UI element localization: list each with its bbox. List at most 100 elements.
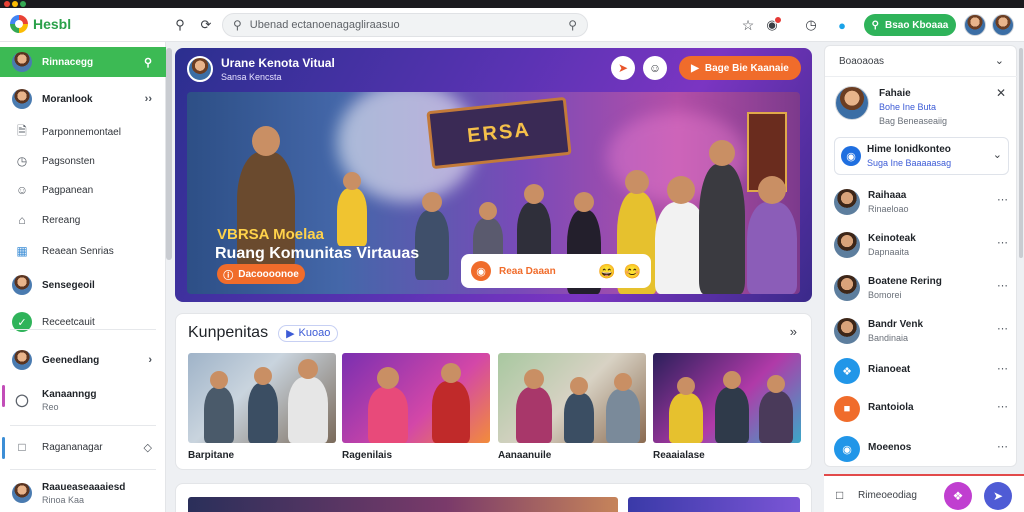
search-icon[interactable]: ⚲	[170, 15, 190, 35]
friend-name: Bandr Venk	[868, 319, 924, 330]
close-icon[interactable]: ✕	[996, 86, 1006, 100]
hero-title-wrap: Urane Kenota Vitual Sansa Kencsta	[221, 56, 335, 82]
communities-title: Kunpenitas	[188, 324, 269, 341]
search-icon[interactable]: ⚲	[144, 56, 152, 69]
hero-avatar[interactable]	[187, 56, 213, 82]
notification-badge	[774, 16, 782, 24]
divider	[10, 469, 156, 470]
avatar	[834, 189, 860, 215]
home-icon: ⌂	[18, 213, 26, 227]
app-name: Hesbl	[33, 16, 72, 32]
chevron-down-icon[interactable]: ⌄	[995, 54, 1004, 67]
sidebar-item-account[interactable]: ☺ Pagpanean	[0, 175, 166, 205]
avatar	[834, 275, 860, 301]
friend-item[interactable]: Boatene Rering Bomorei ⋯	[834, 269, 1010, 305]
community-card[interactable]: Aanaanuile	[498, 353, 646, 465]
scene-button[interactable]: ⓘ Dacoooonoe	[217, 264, 305, 284]
search-bar[interactable]: ⚲ Ubenad ectanoenagagliraasuo ⚲	[222, 13, 588, 37]
sidebar-item-label: Pagpanean	[42, 184, 94, 196]
sidebar-item-label: Geenedlang	[42, 354, 100, 366]
chevron-right-icon[interactable]: ›	[148, 354, 152, 366]
sidebar-item-label: Sensegeoil	[42, 279, 95, 291]
more-icon[interactable]: ⋯	[997, 322, 1008, 335]
emoji-icon: 😄	[598, 262, 616, 279]
user-avatar[interactable]	[964, 14, 986, 36]
search-input[interactable]: Ubenad ectanoenagagliraasuo	[250, 19, 568, 31]
panel-header: Boaoaoas	[839, 56, 885, 67]
chevron-right-icon[interactable]: »	[790, 324, 797, 339]
community-thumbnail	[342, 353, 490, 443]
community-card[interactable]: Reaaialase	[653, 353, 801, 465]
main-scrollbar[interactable]	[166, 48, 172, 260]
sidebar-item-services[interactable]: ▦ Reaean Senrias	[0, 236, 166, 266]
friend-item[interactable]: ■ Rantoiola ⋯	[834, 390, 1010, 426]
sidebar-item-chat[interactable]: □ Ragananagar ◇	[0, 432, 166, 462]
sidebar-item-user[interactable]: Raaueaseaaaiesd Rinoa Kaa	[0, 475, 166, 511]
rocket-icon[interactable]: ➤	[611, 56, 635, 80]
grid-icon: ▦	[16, 244, 28, 258]
sidebar-item-label: Moranlook	[42, 93, 93, 105]
app-logo[interactable]: Hesbl	[10, 15, 71, 33]
person-figure	[699, 140, 745, 294]
community-thumbnail	[498, 353, 646, 443]
friend-status: Bomorei	[868, 290, 902, 300]
send-button[interactable]: ➤	[984, 482, 1012, 510]
maximize-dot-icon[interactable]	[20, 1, 26, 7]
hero-cta-button[interactable]: ▶ Bage Bie Kaanaie	[679, 56, 801, 80]
communities-badge[interactable]: ▶ Kuoao	[278, 324, 339, 342]
group-selector[interactable]: ◉ Hime lonidkonteo Suga Ine Baaaaasag ⌄	[834, 137, 1009, 175]
star-icon[interactable]: ☆	[738, 15, 758, 35]
join-button[interactable]: ⚲ Bsao Kboaaa	[864, 14, 956, 36]
more-icon[interactable]: ⋯	[997, 440, 1008, 453]
compose-input[interactable]: Rimeoeodiag	[858, 490, 917, 501]
communities-header: Kunpenitas ▶ Kuoao	[188, 324, 339, 342]
friend-name: Rantoiola	[868, 402, 914, 413]
avatar	[12, 483, 32, 503]
right-scrollbar[interactable]	[1019, 48, 1023, 258]
sticker-button[interactable]: ❖	[944, 482, 972, 510]
sidebar-item-profile[interactable]: Moranlook ››	[0, 84, 166, 114]
sidebar-item-circle[interactable]: ◯ Kanaanngg Reo	[0, 382, 166, 418]
community-card[interactable]: Ragenilais	[342, 353, 490, 465]
minimize-dot-icon[interactable]	[12, 1, 18, 7]
sidebar-item-documents[interactable]: 🗎 Parponnemontael	[0, 117, 166, 147]
diamond-icon[interactable]: ◇	[144, 441, 152, 454]
hero-cta-label: Bage Bie Kaanaie	[704, 62, 789, 74]
friend-item[interactable]: Keinoteak Dapnaaita ⋯	[834, 226, 1010, 262]
next-content-card[interactable]	[175, 483, 812, 512]
friend-name: Raihaaa	[868, 190, 907, 201]
message-compose: □ Rimeoeodiag ❖ ➤	[824, 474, 1024, 512]
person-figure	[337, 172, 367, 246]
sidebar-item-friend[interactable]: Geenedlang ›	[0, 345, 166, 375]
friend-item[interactable]: ◉ Moeenos ⋯	[834, 430, 1010, 466]
chevron-right-icon[interactable]: ››	[145, 93, 152, 105]
sidebar-item-room[interactable]: ⌂ Rereang	[0, 205, 166, 235]
community-card[interactable]: Barpitane	[188, 353, 336, 465]
event-pill[interactable]: ◉ Reaa Daaan 😄 😊	[461, 254, 651, 288]
account-avatar[interactable]	[992, 14, 1014, 36]
friend-item[interactable]: Bandr Venk Bandinaia ⋯	[834, 312, 1010, 348]
friend-item[interactable]: ❖ Rianoeat ⋯	[834, 352, 1010, 388]
divider	[10, 329, 156, 330]
community-thumbnail	[188, 353, 336, 443]
clock-icon[interactable]: ◷	[801, 15, 821, 35]
sidebar-item-label: Parponnemontael	[42, 126, 121, 138]
sidebar-item-history[interactable]: ◷ Pagsonsten	[0, 146, 166, 176]
scene-button-label: Dacoooonoe	[238, 268, 299, 280]
more-icon[interactable]: ⋯	[997, 193, 1008, 206]
sidebar-item-home[interactable]: Rinnacegg ⚲	[0, 47, 166, 77]
refresh-icon[interactable]: ⟳	[196, 15, 216, 35]
search-submit-icon[interactable]: ⚲	[568, 18, 577, 32]
sidebar-item-group[interactable]: Sensegeoil	[0, 270, 166, 300]
sidebar-item-verified[interactable]: ✓ Receetcauit	[0, 307, 166, 337]
hero-subtitle: Sansa Kencsta	[221, 72, 282, 82]
more-icon[interactable]: ⋯	[997, 362, 1008, 375]
more-icon[interactable]: ⋯	[997, 236, 1008, 249]
more-icon[interactable]: ⋯	[997, 400, 1008, 413]
more-icon[interactable]: ⋯	[997, 279, 1008, 292]
avatar	[834, 318, 860, 344]
close-dot-icon[interactable]	[4, 1, 10, 7]
community-card-label: Aanaanuile	[498, 450, 552, 461]
friend-item[interactable]: Raihaaa Rinaeloao ⋯	[834, 183, 1010, 219]
profile-icon[interactable]: ☺	[643, 56, 667, 80]
